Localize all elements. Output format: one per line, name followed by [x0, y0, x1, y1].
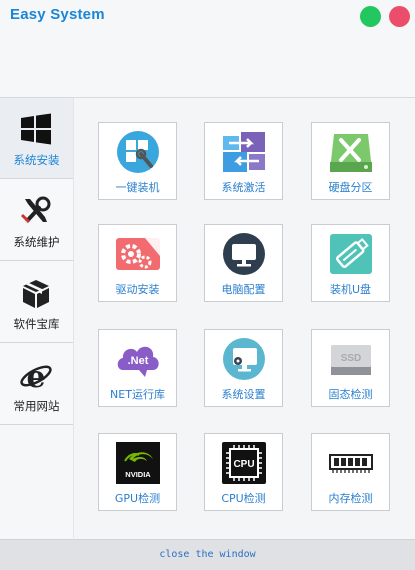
- title-bar: Easy System: [0, 0, 415, 98]
- ssd-icon: SSD: [331, 345, 371, 375]
- one-click-install-tile[interactable]: 一键装机: [98, 122, 177, 200]
- sidebar-item-system-install[interactable]: 系统安装: [0, 98, 73, 179]
- package-box-icon: [23, 280, 49, 308]
- ssd-icon-text: SSD: [341, 353, 362, 364]
- tile-label: 系统设置: [221, 388, 266, 401]
- sidebar-item-label: 常用网站: [13, 399, 60, 413]
- sidebar-item-label: 系统安装: [13, 153, 60, 167]
- ssd-check-tile[interactable]: SSD 固态检测: [311, 329, 390, 407]
- sidebar-item-common-websites[interactable]: e 常用网站: [0, 344, 73, 425]
- minimize-button[interactable]: [360, 6, 381, 27]
- cpu-icon-text: CPU: [233, 459, 254, 470]
- windows-logo-icon: [21, 113, 51, 145]
- cpu-chip-icon: CPU: [222, 442, 266, 484]
- usb-drive-icon: [330, 234, 372, 274]
- pc-config-tile[interactable]: 电脑配置: [204, 224, 283, 302]
- gpu-check-tile[interactable]: NVIDIA GPU检测: [98, 433, 177, 511]
- ram-module-icon: [329, 454, 373, 473]
- system-activation-icon: [223, 132, 265, 172]
- settings-monitor-icon: [223, 338, 265, 380]
- svg-text:e: e: [26, 360, 45, 391]
- app-title: Easy System: [10, 6, 105, 23]
- close-window-button[interactable]: [389, 6, 410, 27]
- sidebar: 系统安装 系统维护 软件宝库 e 常用网站: [0, 98, 74, 538]
- memory-check-tile[interactable]: 内存检测: [311, 433, 390, 511]
- dotnet-icon-text: .Net: [128, 355, 149, 367]
- tile-label: 一键装机: [115, 181, 160, 194]
- dotnet-cloud-icon: .Net: [117, 346, 159, 377]
- system-activation-tile[interactable]: 系统激活: [204, 122, 283, 200]
- tile-label: 硬盘分区: [328, 181, 373, 194]
- tool-grid: 一键装机 系统激活 硬盘分区 驱动安装 电脑配置 装机U盘 .Net NET运行…: [74, 98, 415, 538]
- footer-bar: close the window: [0, 539, 415, 570]
- sidebar-item-label: 系统维护: [13, 235, 60, 249]
- nvidia-logo-icon: NVIDIA: [116, 442, 160, 484]
- disk-partition-tile[interactable]: 硬盘分区: [311, 122, 390, 200]
- tile-label: 固态检测: [328, 388, 373, 401]
- tile-label: GPU检测: [114, 492, 161, 505]
- tile-label: 装机U盘: [329, 283, 372, 296]
- tools-icon: [20, 196, 51, 224]
- net-runtime-tile[interactable]: .Net NET运行库: [98, 329, 177, 407]
- tile-label: NET运行库: [110, 388, 165, 401]
- driver-install-tile[interactable]: 驱动安装: [98, 224, 177, 302]
- one-click-install-icon: [117, 131, 159, 173]
- tile-label: 电脑配置: [221, 283, 266, 296]
- system-settings-tile[interactable]: 系统设置: [204, 329, 283, 407]
- tile-label: CPU检测: [221, 492, 266, 505]
- monitor-icon: [223, 233, 265, 275]
- sidebar-item-label: 软件宝库: [13, 317, 60, 331]
- tile-label: 内存检测: [328, 492, 373, 505]
- driver-install-icon: [116, 238, 160, 270]
- usb-boot-drive-tile[interactable]: 装机U盘: [311, 224, 390, 302]
- cpu-check-tile[interactable]: CPU CPU检测: [204, 433, 283, 511]
- sidebar-item-software-library[interactable]: 软件宝库: [0, 262, 73, 343]
- close-window-link[interactable]: close the window: [0, 549, 415, 560]
- nvidia-icon-text: NVIDIA: [125, 470, 151, 479]
- tile-label: 系统激活: [221, 181, 266, 194]
- sidebar-item-system-maintenance[interactable]: 系统维护: [0, 180, 73, 261]
- internet-explorer-icon: e: [20, 360, 52, 391]
- tile-label: 驱动安装: [115, 283, 160, 296]
- disk-partition-icon: [330, 134, 372, 172]
